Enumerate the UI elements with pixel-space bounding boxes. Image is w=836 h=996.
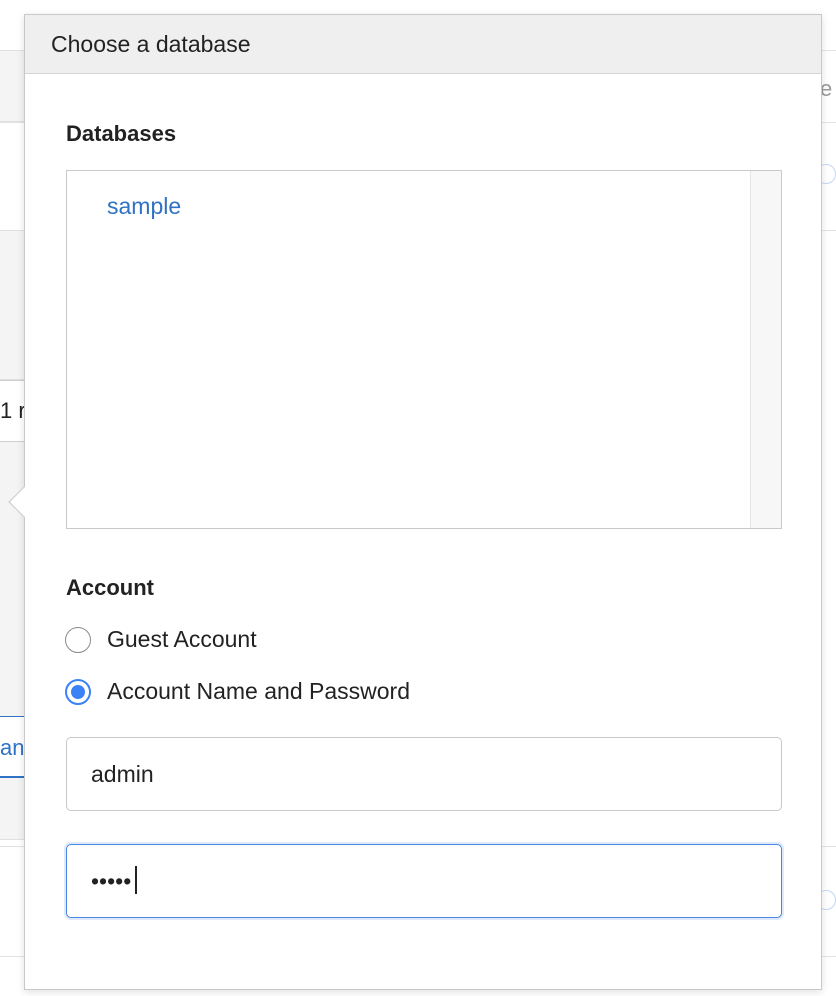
- bg-underline: [0, 776, 24, 778]
- bg-field-text: 1 r: [0, 398, 26, 423]
- database-item-sample[interactable]: sample: [107, 193, 181, 220]
- guest-account-radio[interactable]: [65, 626, 91, 653]
- named-account-option[interactable]: Account Name and Password: [65, 678, 410, 705]
- database-list[interactable]: sample: [66, 170, 782, 529]
- guest-account-option[interactable]: Guest Account: [65, 626, 257, 653]
- database-list-scrollbar[interactable]: [750, 171, 781, 528]
- account-label: Account: [66, 575, 154, 600]
- guest-account-label: Guest Account: [107, 626, 257, 652]
- bg-button-text: an: [0, 735, 25, 760]
- text-caret: [135, 866, 137, 894]
- password-input[interactable]: [66, 844, 782, 918]
- account-name-input[interactable]: [66, 737, 782, 811]
- databases-label: Databases: [66, 121, 177, 146]
- popover-title: Choose a database: [51, 30, 251, 57]
- named-account-radio[interactable]: [65, 678, 91, 705]
- named-account-label: Account Name and Password: [107, 678, 410, 704]
- popover-header: Choose a database: [25, 15, 821, 74]
- choose-database-popover: Choose a database Databases sample Accou…: [8, 14, 822, 990]
